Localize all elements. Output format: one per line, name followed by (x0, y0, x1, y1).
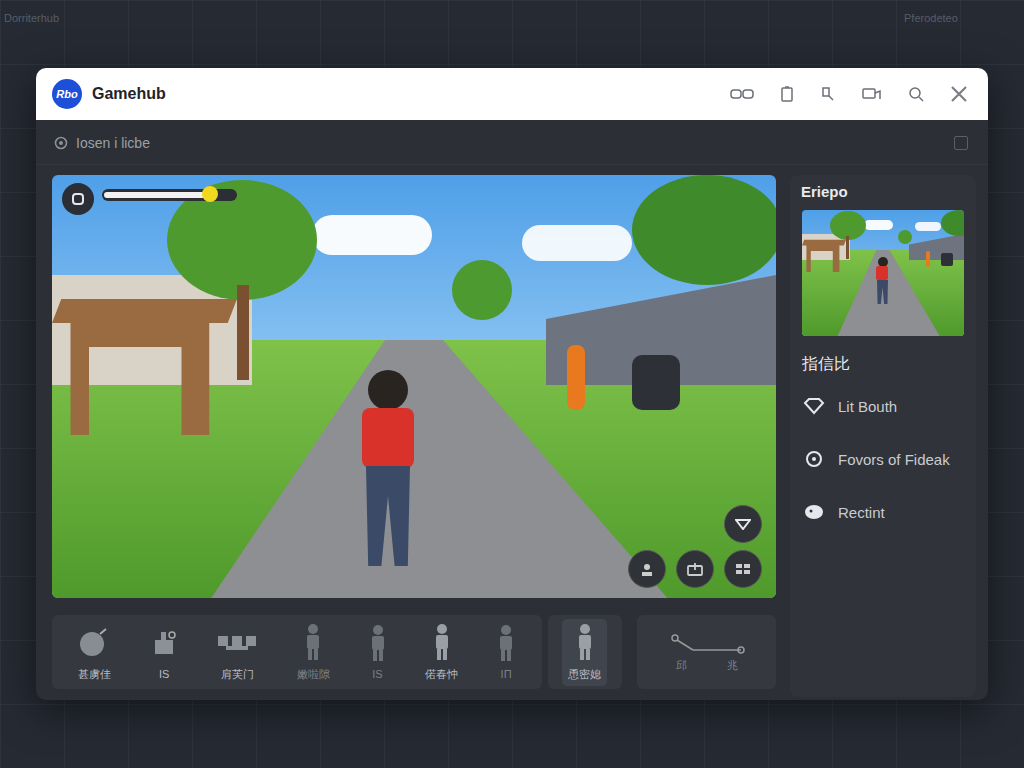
sidebar-label: Lit Bouth (838, 398, 897, 415)
subheader: Iosen i licbe (36, 120, 988, 165)
gear-icon (54, 136, 68, 150)
toolbar-item[interactable]: 肩芙门 (210, 619, 266, 686)
toolbar-item[interactable]: 甚虜佳 (70, 619, 118, 686)
game-scene (52, 175, 776, 598)
sidebar-item[interactable]: Rectint (802, 503, 964, 521)
tool-label: 兆 (727, 658, 738, 673)
toolbar-label: IΠ (501, 668, 512, 680)
window-icon[interactable] (862, 87, 882, 101)
hand-icon (149, 624, 179, 662)
tool-label: 邱 (676, 658, 687, 673)
background-text: Pferodeteo (904, 12, 958, 24)
toolbar-label: IS (159, 668, 169, 680)
clipboard-icon[interactable] (780, 86, 794, 102)
game-view[interactable] (52, 175, 776, 598)
blocks-icon (216, 623, 260, 661)
hud-knob[interactable] (202, 186, 218, 202)
shield-icon[interactable] (724, 505, 762, 543)
close-icon[interactable] (950, 85, 968, 103)
toolbar-item[interactable]: 恿密媳 (562, 619, 607, 686)
toolbar-label: 肩芙门 (221, 667, 254, 682)
ring-icon (802, 449, 826, 469)
gift-icon[interactable] (676, 550, 714, 588)
bomb-icon (76, 623, 112, 661)
checkbox[interactable] (954, 136, 968, 150)
tool-group: 甚虜佳 IS 肩芙门 嫩啦隙 IS 偌春忡 IΠ (52, 615, 542, 689)
toolbar: 甚虜佳IS肩芙门嫩啦隙IS偌春忡IΠ恿密媳邱兆 (52, 615, 776, 689)
side-panel: Eriepo 指信比 Lit Bouth Fovors of Fideak Rectin… (790, 175, 976, 697)
sidebar-item[interactable]: Fovors of Fideak (802, 449, 964, 469)
toolbar-item[interactable]: IS (361, 620, 395, 684)
edit-icon[interactable] (820, 86, 836, 102)
background-text: Dorriterhub (4, 12, 59, 24)
sidebar-label: Rectint (838, 504, 885, 521)
logo[interactable]: Rbo (52, 79, 82, 109)
section-title: 指信比 (802, 354, 964, 375)
diamond-icon (802, 397, 826, 415)
person-icon[interactable] (628, 550, 666, 588)
figure-icon (367, 624, 389, 662)
toolbar-item[interactable]: IS (143, 620, 185, 684)
toolbar-label: 甚虜佳 (78, 667, 111, 682)
panel-title: Eriepo (801, 183, 964, 200)
figure-icon (574, 623, 596, 661)
grid-icon[interactable] (724, 550, 762, 588)
tool-group: 恿密媳 (548, 615, 623, 689)
hud-fill (104, 192, 209, 198)
thumbnail[interactable] (802, 210, 964, 336)
hud-bar (102, 189, 237, 201)
figure-icon (431, 623, 453, 661)
toolbar-label: 恿密媳 (568, 667, 601, 682)
link-icon[interactable] (730, 87, 754, 101)
window-title: Gamehub (92, 85, 720, 103)
figure-icon (495, 624, 517, 662)
record-icon[interactable] (62, 183, 94, 215)
search-icon[interactable] (908, 86, 924, 102)
title-bar: Rbo Gamehub (36, 68, 988, 120)
toolbar-item[interactable]: 嫩啦隙 (291, 619, 336, 686)
gamehub-window: Rbo Gamehub Iosen i licbe 甚虜佳 IS 肩芙门 嫩啦隙 IS 偌春忡 I… (36, 68, 988, 700)
toolbar-label: 偌春忡 (425, 667, 458, 682)
toolbar-label: 嫩啦隙 (297, 667, 330, 682)
sidebar-label: Fovors of Fideak (838, 451, 950, 468)
toolbar-label: IS (372, 668, 382, 680)
line-tool-icon[interactable] (667, 632, 747, 654)
toolbar-item[interactable]: IΠ (489, 620, 523, 684)
toolbar-item[interactable]: 偌春忡 (419, 619, 464, 686)
subheader-title: Iosen i licbe (76, 135, 946, 151)
blob-icon (802, 503, 826, 521)
figure-icon (302, 623, 324, 661)
sidebar-item[interactable]: Lit Bouth (802, 397, 964, 415)
tool-group: 邱兆 (637, 615, 776, 689)
